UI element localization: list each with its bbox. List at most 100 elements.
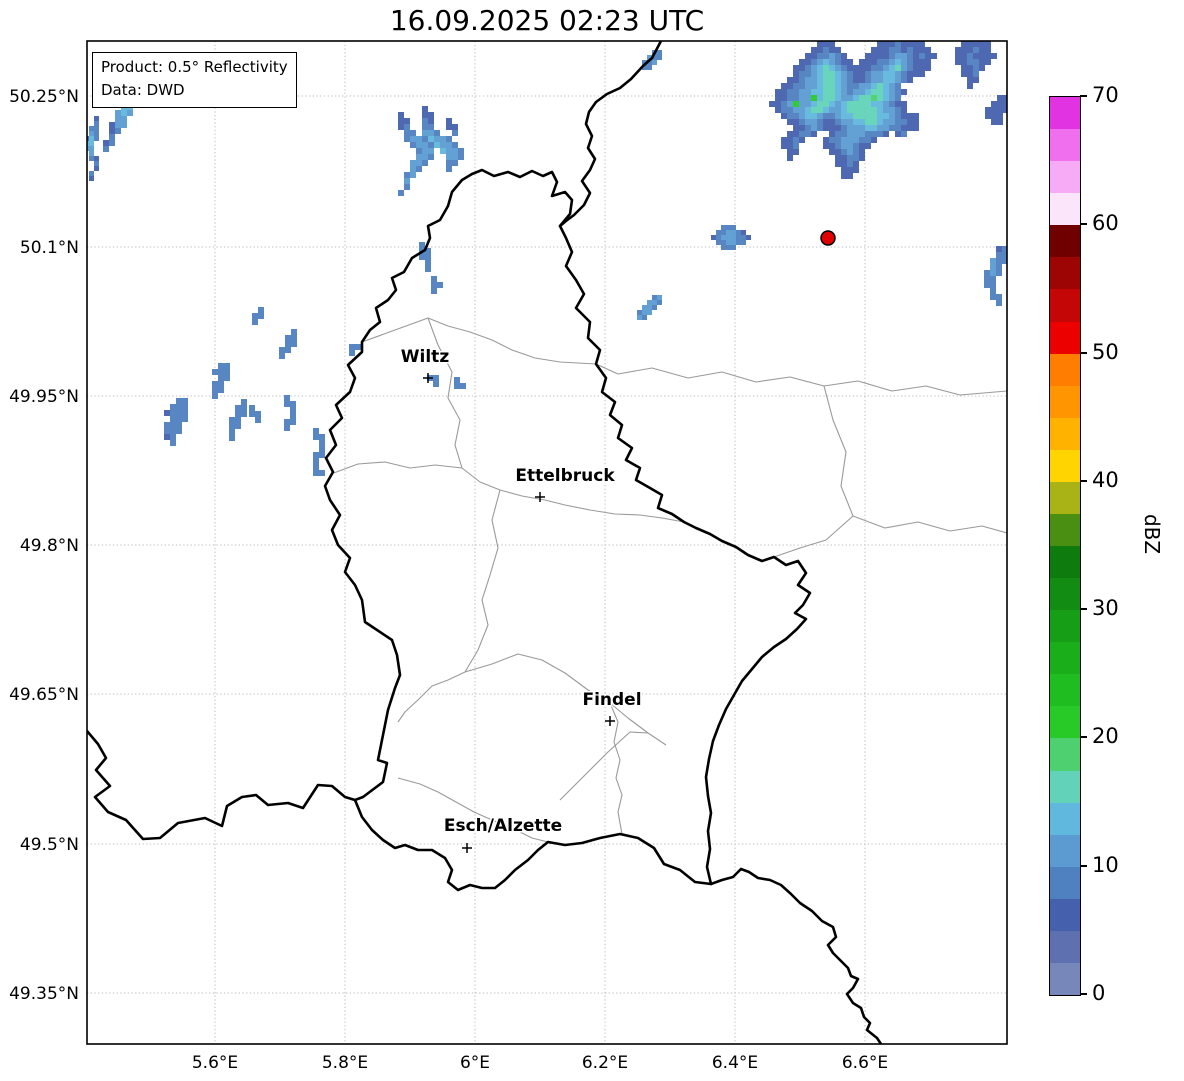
radar-cell <box>252 319 258 325</box>
radar-cell <box>889 71 895 77</box>
radar-cell <box>817 125 823 131</box>
radar-cell <box>877 83 883 89</box>
radar-cell <box>115 122 121 128</box>
radar-cell <box>781 101 787 107</box>
radar-cell <box>883 77 889 83</box>
radar-cell <box>805 101 811 107</box>
radar-cell <box>787 89 793 95</box>
radar-cell <box>89 151 94 156</box>
radar-cell <box>642 305 647 310</box>
radar-cell <box>109 140 115 146</box>
radar-cell <box>889 77 895 83</box>
radar-cell <box>431 288 437 294</box>
radar-cell <box>285 341 291 347</box>
radar-cell <box>127 110 133 116</box>
radar-cell <box>829 119 835 125</box>
radar-cell <box>398 112 404 118</box>
lat-tick-label: 50.25°N <box>9 87 79 107</box>
radar-cell <box>799 107 805 113</box>
radar-cell <box>901 71 907 77</box>
radar-cell <box>781 113 787 119</box>
radar-cell <box>89 156 94 161</box>
radar-cell <box>252 313 258 319</box>
radar-cell <box>883 41 889 47</box>
radar-cell <box>931 53 937 59</box>
radar-cell <box>859 119 865 125</box>
radar-cell <box>907 59 913 65</box>
radar-cell <box>731 230 736 235</box>
radar-cell <box>973 59 979 65</box>
radar-cell <box>907 77 913 83</box>
radar-cell <box>835 131 841 137</box>
radar-cell <box>841 95 847 101</box>
radar-cell <box>793 89 799 95</box>
radar-cell <box>817 65 823 71</box>
radar-cell <box>642 315 647 320</box>
radar-cell <box>853 71 859 77</box>
radar-cell <box>741 235 746 240</box>
radar-cell <box>895 41 901 47</box>
radar-cell <box>637 315 642 320</box>
radar-cell <box>805 107 811 113</box>
radar-cell <box>454 377 460 383</box>
radar-cell <box>883 107 889 113</box>
radar-cell <box>889 47 895 53</box>
radar-cell <box>349 344 355 350</box>
plot-frame <box>86 40 1008 1045</box>
radar-cell <box>781 95 787 101</box>
radar-cell <box>967 83 973 89</box>
radar-cell <box>823 65 829 71</box>
radar-cell <box>440 142 446 148</box>
radar-cell <box>913 71 919 77</box>
radar-cell <box>913 125 919 131</box>
radar-echo-cluster <box>711 225 751 250</box>
radar-cell <box>241 405 247 411</box>
radar-cell <box>817 95 823 101</box>
radar-cell <box>829 143 835 149</box>
colorbar-title: dBZ <box>1140 513 1165 555</box>
radar-cell <box>907 113 913 119</box>
radar-cell <box>829 71 835 77</box>
radar-cell <box>847 89 853 95</box>
radar-cell <box>883 113 889 119</box>
radar-cell <box>817 41 823 47</box>
radar-cell <box>841 143 847 149</box>
grid-lines <box>87 41 1007 1044</box>
radar-cell <box>355 344 361 350</box>
radar-cell <box>805 113 811 119</box>
radar-cell <box>255 417 261 423</box>
radar-cell <box>973 65 979 71</box>
radar-cell <box>967 65 973 71</box>
radar-cell <box>422 118 428 124</box>
radar-cell <box>781 89 787 95</box>
radar-cell <box>859 77 865 83</box>
product-info-box: Product: 0.5° Reflectivity Data: DWD <box>92 52 297 108</box>
radar-cell <box>895 77 901 83</box>
radar-cell <box>741 240 746 245</box>
radar-cell <box>721 245 726 250</box>
radar-cell <box>811 71 817 77</box>
radar-echo-cluster <box>427 375 439 387</box>
radar-cell <box>657 50 662 55</box>
radar-cell <box>805 59 811 65</box>
colorbar-segment <box>1050 898 1080 931</box>
radar-cell <box>109 128 115 134</box>
radar-cell <box>871 53 877 59</box>
radar-cell <box>787 95 793 101</box>
radar-cell <box>835 83 841 89</box>
radar-cell <box>290 407 296 413</box>
radar-cell <box>419 242 425 248</box>
radar-cell <box>841 77 847 83</box>
radar-echo-cluster <box>212 363 230 399</box>
radar-cell <box>979 53 985 59</box>
radar-cell <box>859 101 865 107</box>
radar-cell <box>865 89 871 95</box>
radar-cell <box>823 101 829 107</box>
radar-cell <box>877 41 883 47</box>
radar-cell <box>895 101 901 107</box>
radar-cell <box>419 254 425 260</box>
radar-cell <box>410 160 416 166</box>
radar-cell <box>889 89 895 95</box>
radar-cell <box>313 458 319 464</box>
radar-cell <box>793 149 799 155</box>
